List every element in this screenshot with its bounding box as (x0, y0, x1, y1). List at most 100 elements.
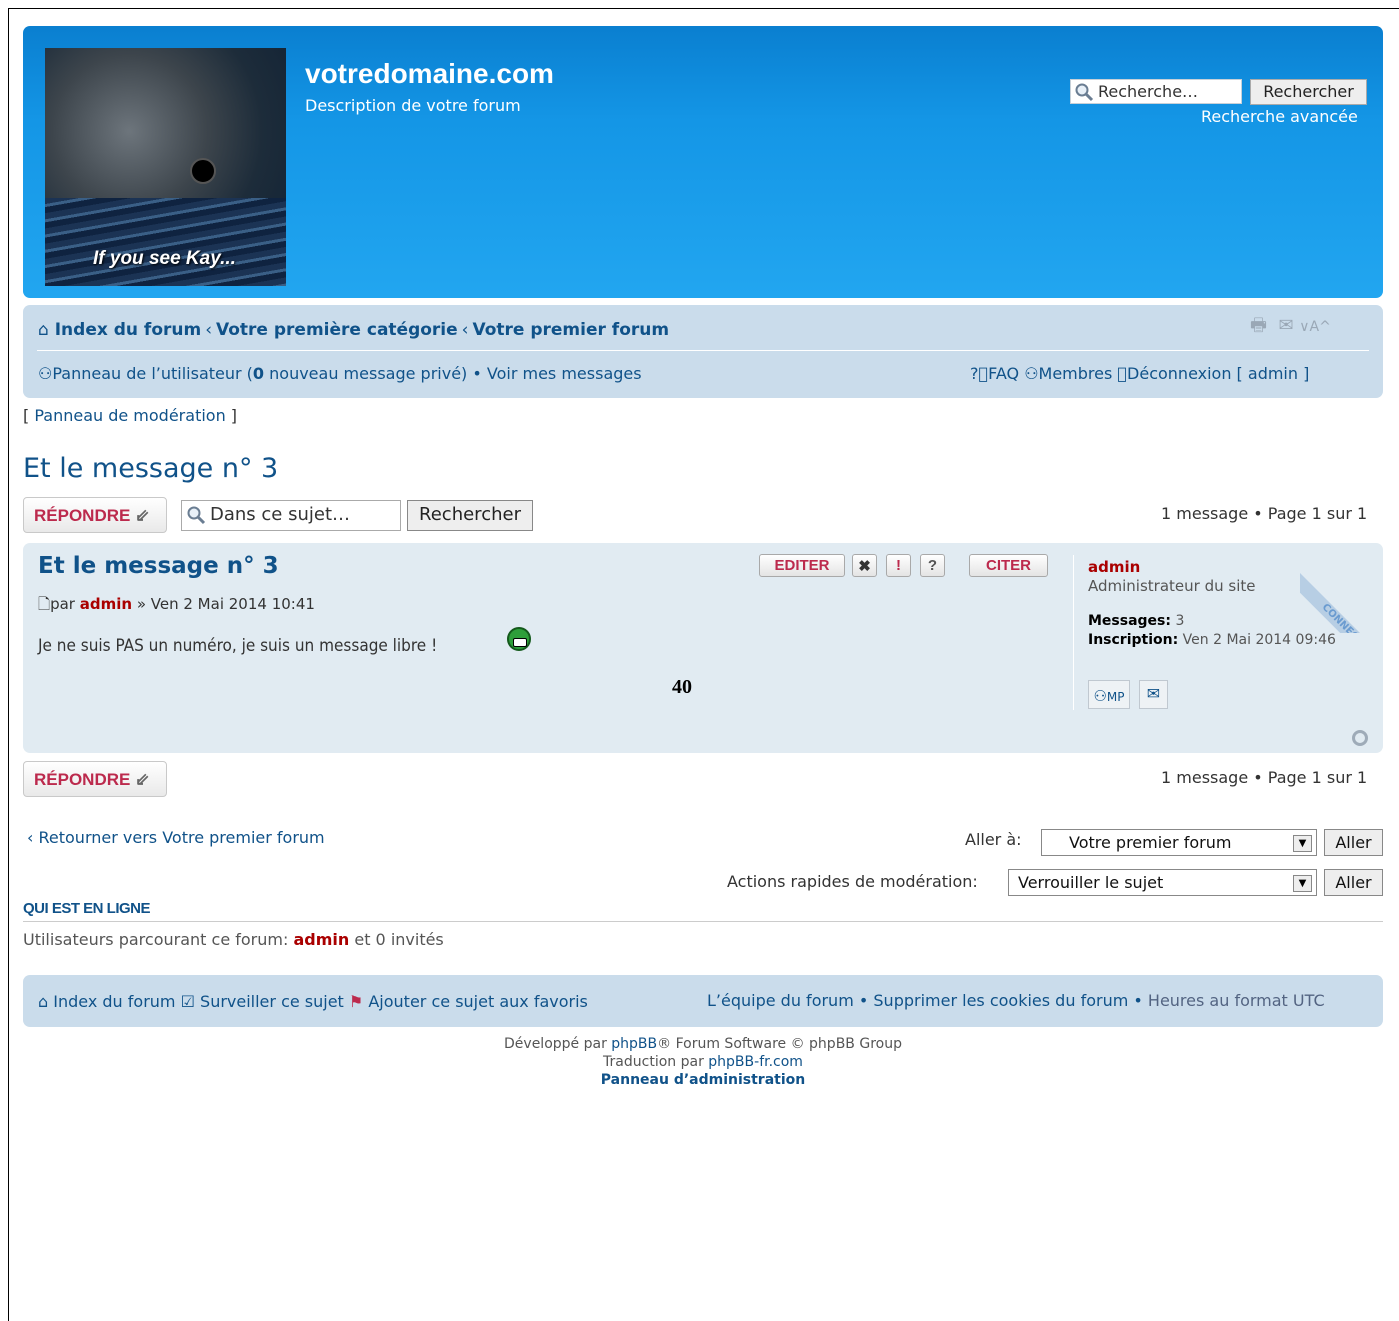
print-icon[interactable]: 🖶 (1250, 315, 1267, 336)
moderation-label: Actions rapides de modération: (727, 872, 978, 891)
grin-smiley-icon (507, 627, 531, 651)
pm-label: MP (1106, 690, 1125, 704)
delete-cookies-link[interactable]: Supprimer les cookies du forum (873, 991, 1128, 1010)
bookmark-link[interactable]: Ajouter ce sujet aux favoris (368, 992, 588, 1011)
navbar (23, 305, 1383, 398)
profile-username[interactable]: admin (1088, 558, 1140, 576)
profile-joined: Inscription: Ven 2 Mai 2014 09:46 (1088, 631, 1348, 649)
delete-icon: ✖ (858, 558, 871, 575)
logo-seal-eye (190, 158, 216, 184)
faq-link[interactable]: FAQ (988, 364, 1019, 383)
online-prefix: Utilisateurs parcourant ce forum: (23, 930, 289, 949)
ucp-label: Panneau de l’utilisateur ( (52, 364, 253, 383)
online-heading: QUI EST EN LIGNE (23, 900, 151, 917)
dropdown-arrow-icon: ▼ (1293, 875, 1312, 892)
online-badge: CONNECTE (1300, 543, 1383, 633)
info-button[interactable]: ? (920, 554, 945, 577)
logout-link[interactable]: Déconnexion [ admin ] (1127, 364, 1309, 383)
edit-button[interactable]: EDITER (759, 554, 845, 577)
breadcrumb-index[interactable]: Index du forum (55, 320, 201, 340)
advanced-search-link[interactable]: Recherche avancée (1201, 107, 1358, 126)
jump-selected: Votre premier forum (1069, 833, 1232, 852)
pagination-bottom: 1 message • Page 1 sur 1 (1161, 768, 1368, 787)
return-link[interactable]: ‹ Retourner vers Votre premier forum (27, 828, 325, 847)
moderation-button[interactable]: Aller (1324, 869, 1383, 896)
bookmark-icon: ⚑ (348, 992, 364, 1011)
page-title[interactable]: Et le message n° 3 (23, 453, 278, 484)
reply-label: RÉPONDRE (34, 770, 131, 789)
back-to-top-icon[interactable] (1352, 730, 1368, 746)
email-topic-icon[interactable]: ✉ (1278, 315, 1293, 336)
quote-button[interactable]: CITER (969, 554, 1048, 577)
online-suffix: et 0 invités (354, 930, 444, 949)
online-user[interactable]: admin (293, 930, 349, 949)
site-description: Description de votre forum (305, 96, 521, 115)
quote-label: CITER (986, 557, 1031, 574)
footer-left-links: ⌂ Index du forum ☑ Surveiller ce sujet ⚑… (38, 992, 588, 1011)
timezone-text: Heures au format UTC (1147, 991, 1325, 1010)
footer-right-links: L’équipe du forum • Supprimer les cookie… (707, 991, 1325, 1010)
breadcrumb-forum[interactable]: Votre premier forum (472, 320, 669, 340)
acp-link[interactable]: Panneau d’administration (23, 1071, 1383, 1089)
breadcrumb-category[interactable]: Votre première catégorie (216, 320, 458, 340)
jump-label: Aller à: (965, 830, 1022, 849)
return-label: Retourner vers Votre premier forum (38, 828, 325, 847)
view-posts-link[interactable]: Voir mes messages (487, 364, 642, 383)
navbar-right-links: ?⃝FAQ ⚇Membres ⏻Déconnexion [ admin ] (970, 364, 1309, 383)
translation-link[interactable]: phpBB-fr.com (708, 1054, 803, 1070)
online-users: Utilisateurs parcourant ce forum: admin … (23, 930, 444, 949)
site-title[interactable]: votredomaine.com (305, 58, 554, 90)
email-button[interactable]: ✉ (1139, 680, 1168, 709)
jump-select[interactable]: Votre premier forum ▼ (1041, 829, 1317, 856)
search-input[interactable]: Recherche… (1070, 79, 1242, 104)
members-link[interactable]: Membres (1039, 364, 1113, 383)
powered-prefix: Développé par (504, 1036, 607, 1052)
user-icon: ⚇ (38, 364, 53, 383)
logo-caption: If you see Kay... (93, 248, 236, 269)
moderation-select[interactable]: Verrouiller le sujet ▼ (1008, 869, 1317, 896)
topic-search-input[interactable]: Dans ce sujet… (181, 500, 401, 531)
site-logo[interactable]: If you see Kay... (45, 48, 286, 286)
phpbb-link[interactable]: phpBB (611, 1036, 657, 1052)
page-tools: 🖶 ✉ ∨A^ (1250, 313, 1331, 343)
copyright: Développé par phpBB® Forum Software © ph… (23, 1035, 1383, 1089)
post-content: Je ne suis PAS un numéro, je suis un mes… (38, 636, 438, 656)
mcp-link-wrapper: [ Panneau de modération ] (23, 406, 238, 425)
chevron-left-icon: ‹ (461, 320, 469, 340)
translation-prefix: Traduction par (603, 1054, 704, 1070)
dropdown-arrow-icon: ▼ (1293, 835, 1312, 852)
checkbox-icon: ☑ (180, 992, 195, 1011)
pagination-top: 1 message • Page 1 sur 1 (1161, 504, 1368, 523)
profile-posts-value[interactable]: 3 (1175, 613, 1184, 629)
delete-button[interactable]: ✖ (852, 554, 877, 577)
watch-topic-link[interactable]: Surveiller ce sujet (200, 992, 344, 1011)
reply-button[interactable]: RÉPONDRE ⇙ (23, 497, 167, 533)
post-extra-number: 40 (672, 676, 692, 698)
profile-posts-label: Messages: (1088, 613, 1171, 629)
search-icon (1075, 83, 1094, 102)
pm-button[interactable]: ⚇MP (1088, 680, 1130, 709)
team-link[interactable]: L’équipe du forum (707, 991, 854, 1010)
report-button[interactable]: ! (886, 554, 911, 577)
post-title[interactable]: Et le message n° 3 (38, 553, 279, 579)
reply-button-bottom[interactable]: RÉPONDRE ⇙ (23, 761, 167, 797)
topic-search-button[interactable]: Rechercher (407, 500, 533, 531)
home-icon: ⌂ (38, 992, 49, 1011)
warning-icon: ! (896, 557, 901, 574)
footer-index-link[interactable]: Index du forum (53, 992, 175, 1011)
question-icon: ? (927, 557, 938, 574)
power-icon: ⏻ (1117, 364, 1128, 383)
search-button[interactable]: Rechercher (1250, 79, 1367, 105)
breadcrumb: ⌂ Index du forum ‹ Votre première catégori… (38, 320, 669, 340)
mcp-link[interactable]: Panneau de modération (34, 406, 225, 425)
post-author[interactable]: admin (80, 595, 132, 613)
jump-button[interactable]: Aller (1324, 829, 1383, 856)
ucp-link[interactable]: Panneau de l’utilisateur (0 nouveau mess… (52, 364, 467, 383)
post-date: » Ven 2 Mai 2014 10:41 (136, 595, 315, 613)
reply-arrow-icon: ⇙ (135, 770, 150, 789)
post-icon[interactable]: 🗋 (38, 595, 50, 613)
chevron-left-icon: ‹ (27, 828, 34, 847)
font-size-icon[interactable]: ∨A^ (1299, 319, 1331, 335)
chevron-left-icon: ‹ (205, 320, 213, 340)
logo-water (45, 198, 286, 286)
